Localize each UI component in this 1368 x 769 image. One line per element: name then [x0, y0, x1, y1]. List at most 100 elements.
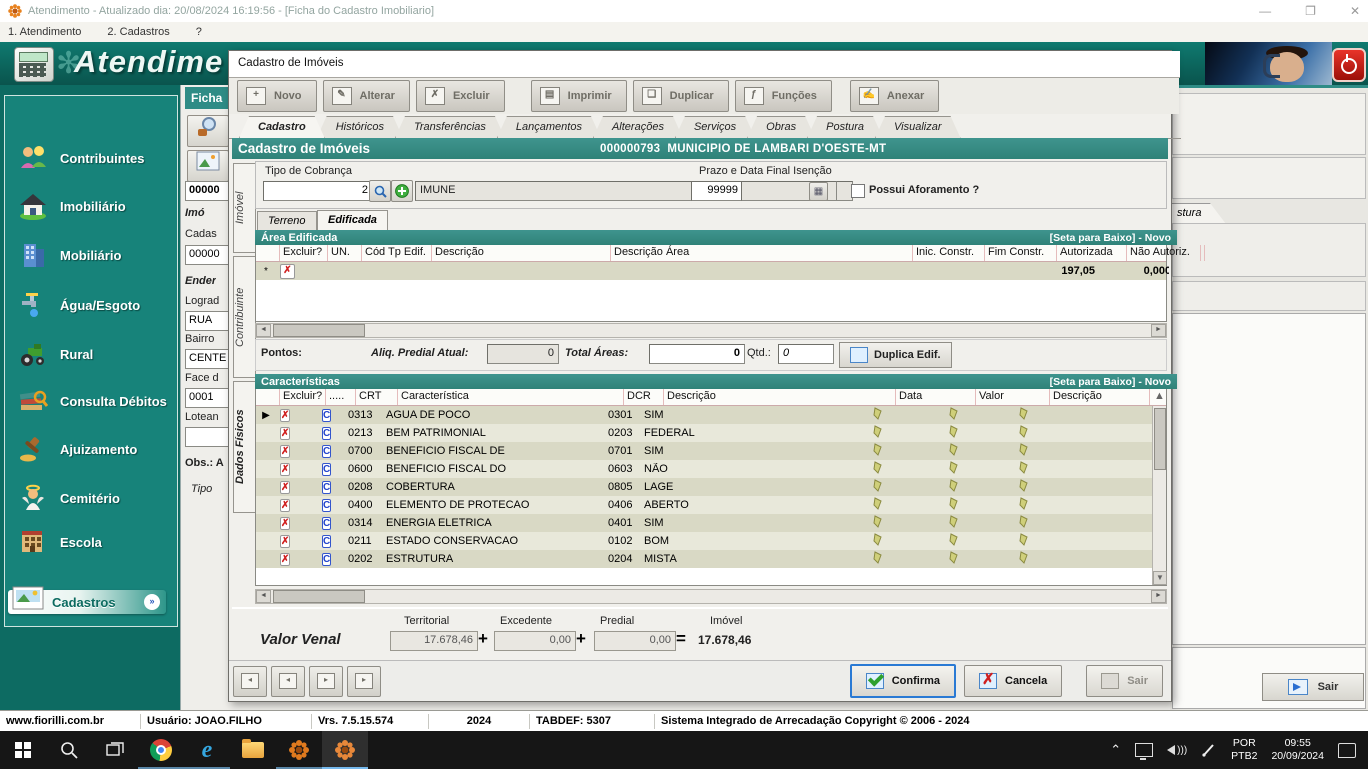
task-view-button[interactable]: [92, 731, 138, 769]
caract-vertical-scrollbar[interactable]: ▼: [1152, 406, 1166, 585]
nav-next-button[interactable]: ▸: [309, 666, 343, 697]
table-row[interactable]: ▶ ✗ C 0313 AGUA DE POCO 0301 SIM: [256, 406, 1166, 424]
clip-icon[interactable]: [1018, 515, 1029, 528]
table-row[interactable]: ✗ C 0314 ENERGIA ELETRICA 0401 SIM: [256, 514, 1166, 532]
bairro-field[interactable]: CENTE: [185, 349, 233, 369]
tab-visualizar[interactable]: Visualizar: [875, 116, 961, 138]
area-table-row[interactable]: * ✗ 197,05 0,00 0,00: [256, 262, 1166, 280]
clip-icon[interactable]: [1018, 443, 1029, 456]
novo-button[interactable]: +Novo: [237, 80, 317, 112]
background-sair-button[interactable]: Sair: [1262, 673, 1364, 701]
nav-first-button[interactable]: ◂: [233, 666, 267, 697]
calendar-button[interactable]: ▦: [809, 182, 828, 201]
sidebar-item-contribuintes[interactable]: Contribuintes: [18, 143, 168, 173]
tab-terreno[interactable]: Terreno: [257, 211, 317, 231]
tab-postura[interactable]: Postura: [807, 116, 883, 138]
fiorilli-app-active-taskbar-icon[interactable]: [322, 731, 368, 769]
codigo-field[interactable]: 00000: [185, 181, 233, 201]
face-field[interactable]: 0001: [185, 388, 233, 408]
sidebar-item-mobiliario[interactable]: Mobiliário: [18, 240, 168, 270]
menu-atendimento[interactable]: 1. Atendimento: [8, 26, 81, 38]
internet-explorer-taskbar-icon[interactable]: e: [184, 731, 230, 769]
cadastro-field[interactable]: 00000: [185, 245, 233, 265]
clip-icon[interactable]: [872, 443, 883, 456]
clip-icon[interactable]: [948, 515, 959, 528]
menu-help[interactable]: ?: [196, 26, 202, 38]
clip-icon[interactable]: [1018, 479, 1029, 492]
clip-icon[interactable]: [1018, 497, 1029, 510]
clip-icon[interactable]: [872, 425, 883, 438]
sidebar-group-cadastros[interactable]: Cadastros »: [8, 590, 166, 614]
clip-icon[interactable]: [872, 407, 883, 420]
pen-icon[interactable]: [1201, 742, 1217, 758]
sidebar-item-cemiterio[interactable]: Cemitério: [18, 483, 168, 513]
table-row[interactable]: ✗ C 0208 COBERTURA 0805 LAGE: [256, 478, 1166, 496]
tab-obras[interactable]: Obras: [747, 116, 815, 138]
tab-postura-fragment[interactable]: stura: [1170, 203, 1234, 224]
sidebar-item-rural[interactable]: Rural: [18, 339, 168, 369]
alterar-button[interactable]: ✎Alterar: [323, 80, 410, 112]
logradouro-field[interactable]: RUA: [185, 311, 233, 331]
prazo-field[interactable]: 99999: [691, 181, 743, 201]
excluir-button[interactable]: ✗Excluir: [416, 80, 505, 112]
restore-button[interactable]: ❐: [1305, 4, 1316, 18]
search-stamp-button[interactable]: [187, 115, 229, 147]
sidebar-item-consulta-debitos[interactable]: Consulta Débitos: [18, 386, 168, 416]
scroll-thumb[interactable]: [273, 590, 365, 603]
scroll-left-icon[interactable]: ◄: [256, 590, 271, 603]
clip-icon[interactable]: [948, 497, 959, 510]
clip-icon[interactable]: [1018, 533, 1029, 546]
clip-icon[interactable]: [948, 533, 959, 546]
scroll-thumb[interactable]: [1154, 408, 1166, 470]
search-button[interactable]: [369, 180, 391, 202]
chevron-down-icon[interactable]: »: [144, 594, 160, 610]
anexar-button[interactable]: ✍Anexar: [850, 80, 939, 112]
scroll-down-icon[interactable]: ▼: [1153, 571, 1167, 585]
table-row[interactable]: ✗ C 0600 BENEFICIO FISCAL DO 0603 NÃO: [256, 460, 1166, 478]
delete-row-icon[interactable]: ✗: [280, 409, 290, 422]
taskbar-search-button[interactable]: [46, 731, 92, 769]
close-button[interactable]: ✕: [1350, 4, 1360, 18]
power-button[interactable]: [1332, 48, 1366, 82]
loteamento-field[interactable]: [185, 427, 233, 447]
cancela-button[interactable]: ✗ Cancela: [964, 665, 1062, 697]
clip-icon[interactable]: [948, 425, 959, 438]
scroll-thumb[interactable]: [273, 324, 365, 337]
clip-icon[interactable]: [948, 479, 959, 492]
delete-row-icon[interactable]: ✗: [280, 553, 290, 566]
clip-icon[interactable]: [1018, 551, 1029, 564]
tab-servicos[interactable]: Serviços: [675, 116, 755, 138]
clip-icon[interactable]: [1018, 425, 1029, 438]
nav-previous-button[interactable]: ◂: [271, 666, 305, 697]
duplicar-button[interactable]: ❏Duplicar: [633, 80, 729, 112]
photo-button[interactable]: [187, 150, 229, 182]
scroll-right-icon[interactable]: ►: [1151, 590, 1166, 603]
tab-alteracoes[interactable]: Alterações: [593, 116, 683, 138]
network-icon[interactable]: [1135, 743, 1153, 757]
delete-row-icon[interactable]: ✗: [280, 463, 290, 476]
total-areas-field[interactable]: 0: [649, 344, 745, 364]
confirma-button[interactable]: Confirma: [850, 664, 956, 698]
clip-icon[interactable]: [872, 479, 883, 492]
table-row[interactable]: ✗ C 0700 BENEFICIO FISCAL DE 0701 SIM: [256, 442, 1166, 460]
clip-icon[interactable]: [948, 551, 959, 564]
table-row[interactable]: ✗ C 0211 ESTADO CONSERVACAO 0102 BOM: [256, 532, 1166, 550]
duplica-edif-button[interactable]: Duplica Edif.: [839, 342, 952, 368]
aforamento-checkbox[interactable]: [851, 184, 865, 198]
side-tab-contribuinte[interactable]: Contribuinte: [233, 256, 256, 378]
notification-center-icon[interactable]: [1338, 743, 1356, 758]
table-row[interactable]: ✗ C 0213 BEM PATRIMONIAL 0203 FEDERAL: [256, 424, 1166, 442]
language-indicator[interactable]: PORPTB2: [1231, 737, 1257, 763]
delete-row-icon[interactable]: ✗: [280, 499, 290, 512]
delete-row-icon[interactable]: ✗: [280, 264, 295, 279]
file-explorer-taskbar-icon[interactable]: [230, 731, 276, 769]
tipo-cobranca-code-field[interactable]: 2: [263, 181, 373, 201]
sair-button[interactable]: Sair: [1086, 665, 1163, 697]
start-button[interactable]: [0, 731, 46, 769]
clip-icon[interactable]: [948, 443, 959, 456]
funcoes-button[interactable]: ƒFunções: [735, 80, 832, 112]
table-row[interactable]: ✗ C 0400 ELEMENTO DE PROTECAO 0406 ABERT…: [256, 496, 1166, 514]
chrome-taskbar-icon[interactable]: [138, 731, 184, 769]
tab-edificada[interactable]: Edificada: [317, 210, 388, 231]
delete-row-icon[interactable]: ✗: [280, 427, 290, 440]
